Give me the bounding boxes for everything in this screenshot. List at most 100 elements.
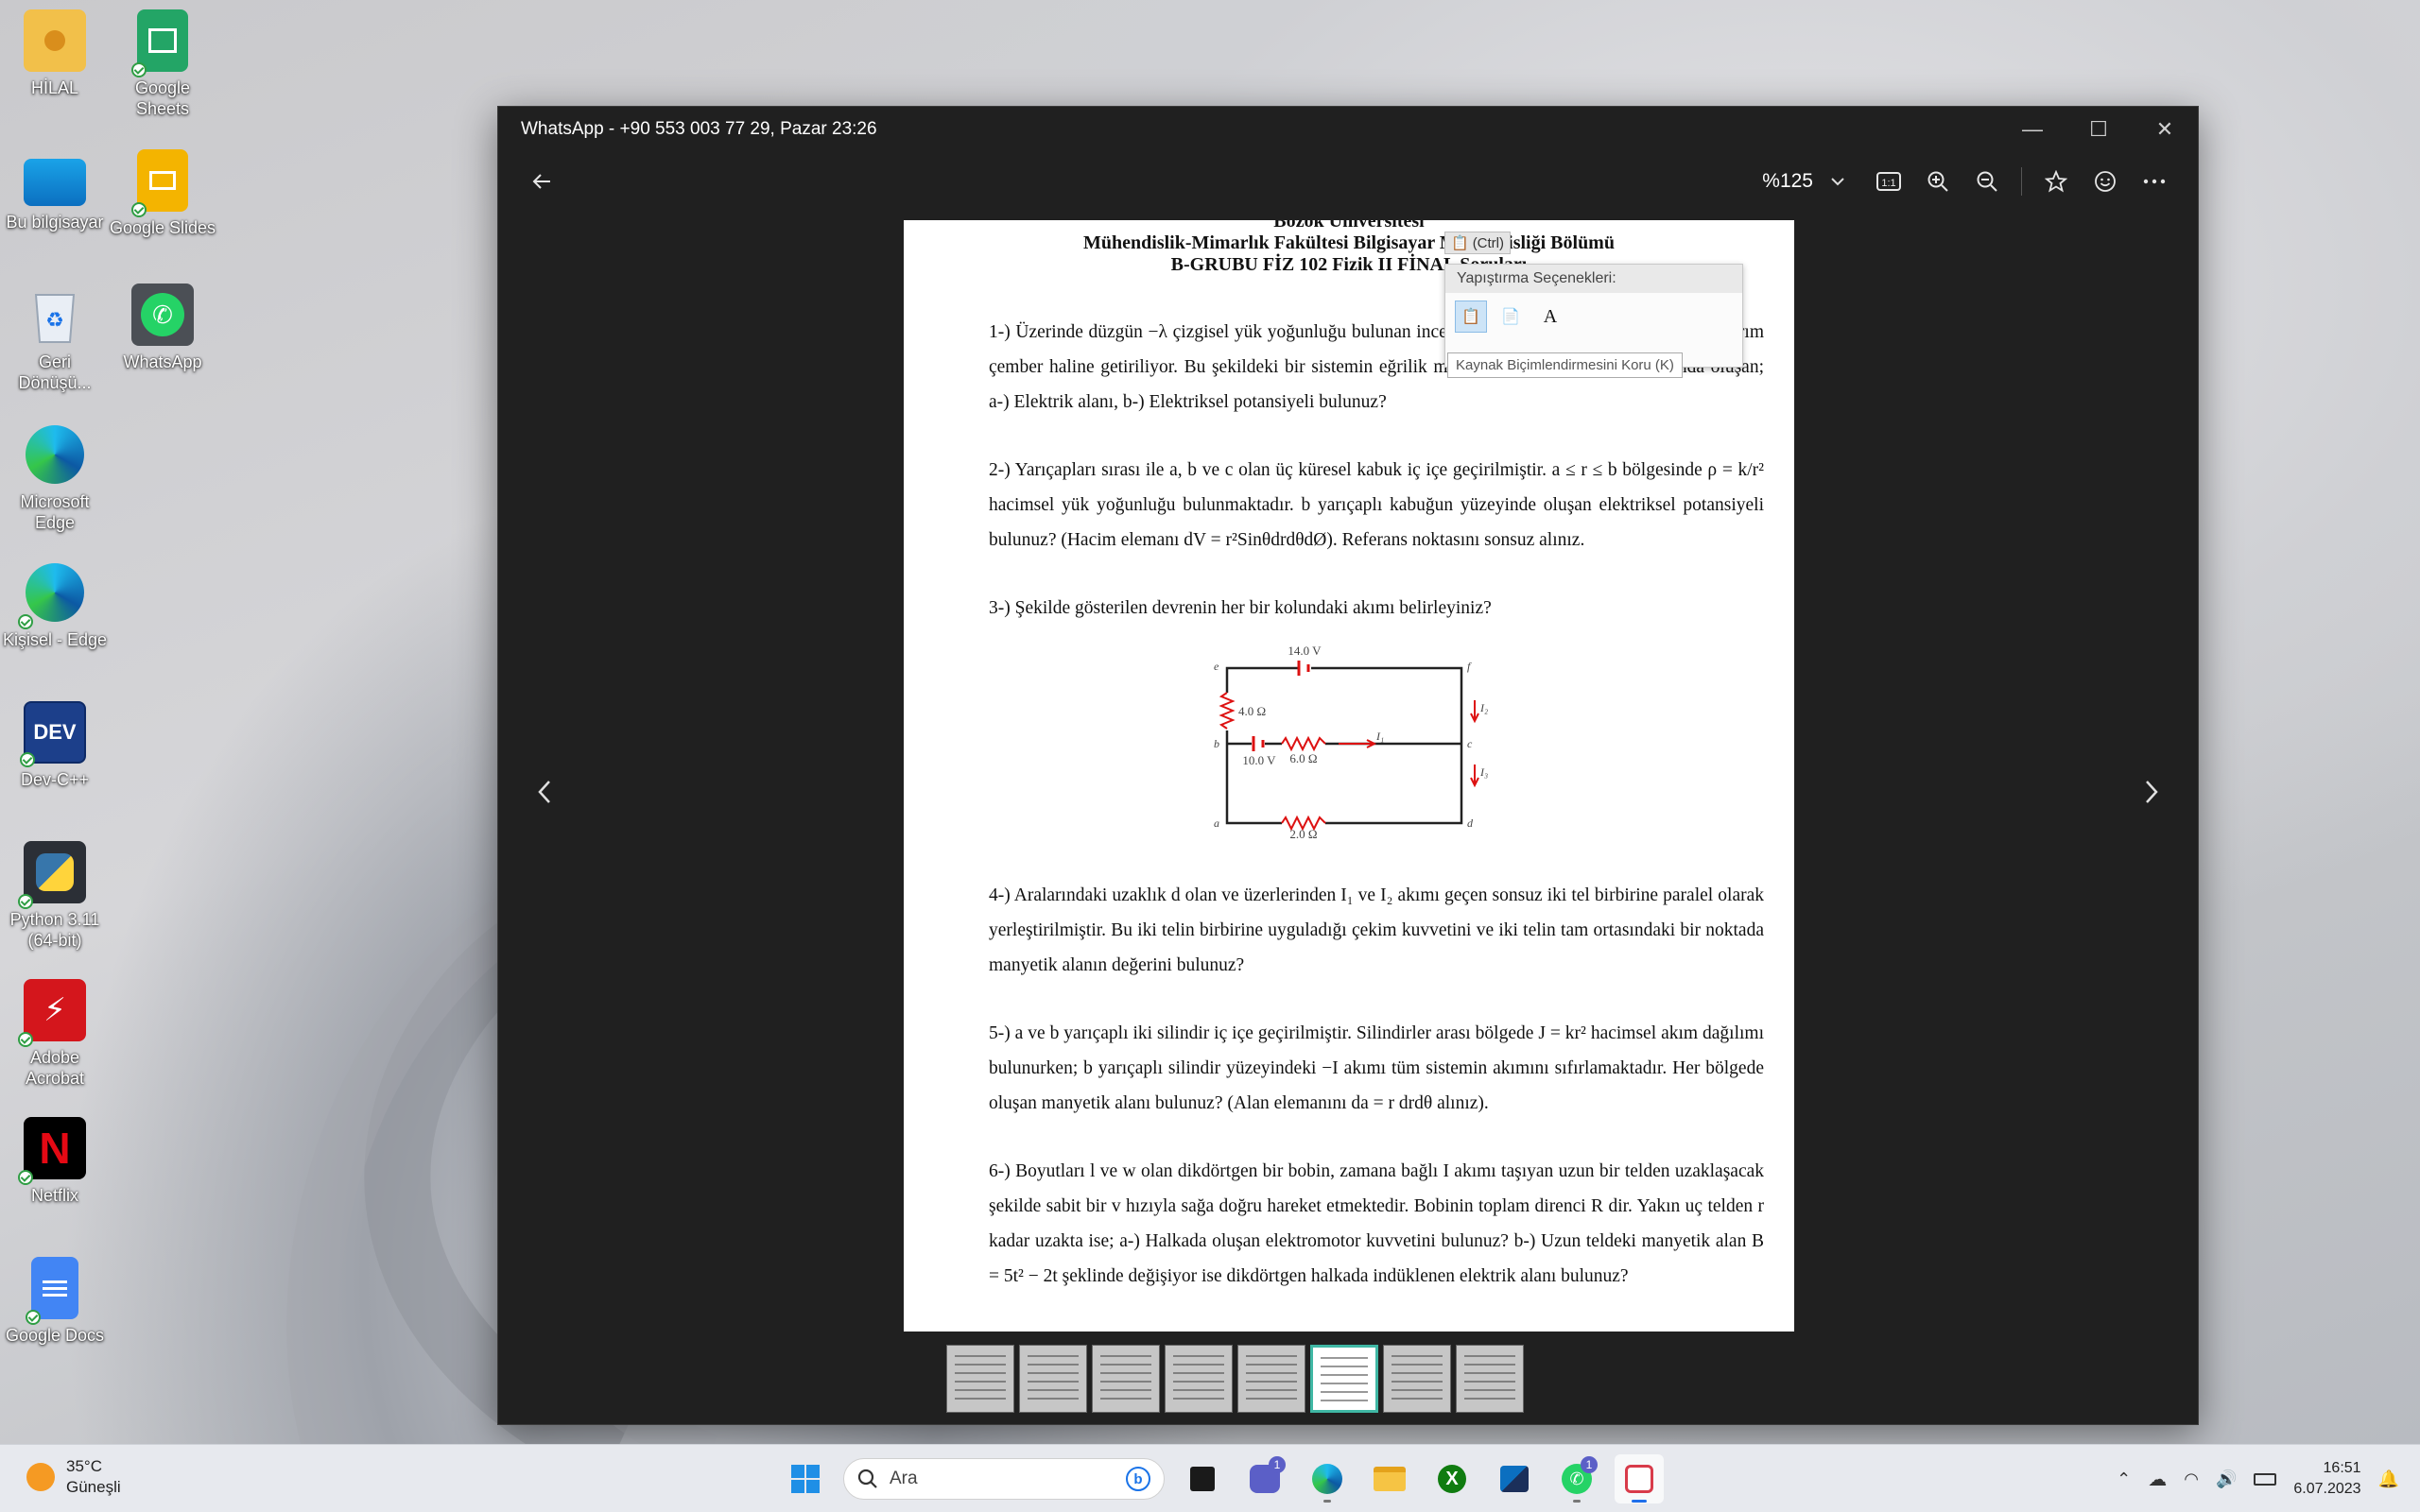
desktop-icon-label: Bu bilgisayar: [6, 213, 104, 232]
thumbnail-text-line: [1100, 1389, 1151, 1391]
actual-size-button[interactable]: 1:1: [1864, 160, 1913, 203]
desktop-icon-google-docs[interactable]: Google Docs: [0, 1257, 110, 1346]
thumbnail-item[interactable]: [1310, 1345, 1378, 1413]
thumbnail-text-line: [1392, 1355, 1443, 1357]
desktop-icon-label: Netflix: [30, 1186, 78, 1205]
desktop-icon-hilal[interactable]: HİLAL: [0, 9, 110, 98]
desktop-icon-google-slides[interactable]: Google Slides: [108, 149, 217, 238]
desktop-icon-devcpp[interactable]: DEV Dev-C++: [0, 701, 110, 790]
thumbnail-text-line: [1321, 1391, 1368, 1393]
circuit-node-b: b: [1214, 737, 1219, 750]
thumbnail-text-line: [1464, 1355, 1515, 1357]
maximize-button[interactable]: ☐: [2066, 107, 2132, 152]
zoom-out-icon: [1977, 171, 1997, 192]
close-button[interactable]: ✕: [2132, 107, 2198, 152]
question-6: 6-) Boyutları l ve w olan dikdörtgen bir…: [989, 1161, 1764, 1286]
zoom-dropdown[interactable]: %125: [1762, 170, 1845, 193]
zoom-out-button[interactable]: [1962, 160, 2012, 203]
circuit-r3-label: 2.0 Ω: [1289, 827, 1317, 841]
back-button[interactable]: [517, 160, 566, 203]
question-5: 5-) a ve b yarıçaplı iki silindir iç içe…: [989, 1023, 1764, 1113]
taskbar-teams[interactable]: 1: [1240, 1454, 1289, 1503]
thumbnail-text-line: [1173, 1372, 1224, 1374]
desktop-icon-python[interactable]: Python 3.11 (64-bit): [0, 841, 110, 951]
viewer-toolbar: %125 1:1: [498, 152, 2198, 211]
thumbnail-item[interactable]: [1383, 1345, 1451, 1413]
thumbnail-text-line: [1028, 1355, 1079, 1357]
thumbnail-text-line: [1464, 1398, 1515, 1400]
desktop-icon-edge-personal[interactable]: Kişisel - Edge: [0, 561, 110, 650]
thumbnail-item[interactable]: [1092, 1345, 1160, 1413]
notification-bell-icon[interactable]: 🔔: [2378, 1469, 2399, 1489]
window-titlebar: WhatsApp - +90 553 003 77 29, Pazar 23:2…: [498, 107, 2198, 152]
taskbar-store[interactable]: [1490, 1454, 1539, 1503]
wifi-icon[interactable]: ◠: [2184, 1469, 2199, 1489]
taskbar-search-box[interactable]: Ara b: [843, 1458, 1165, 1500]
more-button[interactable]: [2130, 160, 2179, 203]
circuit-current-3: I₃: [1479, 765, 1488, 779]
circuit-diagram: 14.0 V 10.0 V 4.0 Ω 6.0 Ω 2.0 Ω e f b c …: [1214, 644, 1488, 841]
thumbnail-text-line: [955, 1355, 1006, 1357]
onedrive-cloud-icon[interactable]: ☁: [2148, 1468, 2167, 1491]
thumbnail-item[interactable]: [1165, 1345, 1233, 1413]
bing-icon: b: [1126, 1467, 1150, 1491]
thumbnail-strip: [946, 1345, 1524, 1413]
thumbnail-text-line: [955, 1381, 1006, 1383]
document-header-top: Bozok Üniversitesi: [1273, 220, 1425, 232]
photo-viewer-window: WhatsApp - +90 553 003 77 29, Pazar 23:2…: [497, 106, 2199, 1425]
zoom-in-icon: [1927, 171, 1948, 192]
taskbar-snipping-tool[interactable]: [1615, 1454, 1664, 1503]
weather-widget[interactable]: 35°C Güneşli: [26, 1456, 121, 1498]
desktop-icon-recycle-bin[interactable]: ♻ Geri Dönüşü...: [0, 284, 110, 393]
minimize-button[interactable]: —: [1999, 107, 2066, 152]
thumbnail-text-line: [1173, 1389, 1224, 1391]
taskbar-edge[interactable]: [1303, 1454, 1352, 1503]
thumbnail-text-line: [1100, 1355, 1151, 1357]
paste-chip-label: (Ctrl): [1472, 234, 1505, 251]
thumbnail-text-line: [1246, 1355, 1297, 1357]
thumbnail-item[interactable]: [1456, 1345, 1524, 1413]
zoom-level: %125: [1762, 170, 1813, 192]
chevron-up-icon[interactable]: ⌃: [2117, 1469, 2131, 1489]
zoom-in-button[interactable]: [1913, 160, 1962, 203]
taskbar-file-explorer[interactable]: [1365, 1454, 1414, 1503]
favorite-button[interactable]: [2031, 160, 2081, 203]
battery-icon[interactable]: [2254, 1472, 2277, 1486]
previous-image-button[interactable]: [521, 759, 568, 825]
emoji-button[interactable]: [2081, 160, 2130, 203]
devcpp-icon: DEV: [20, 701, 86, 767]
xbox-icon: X: [1438, 1465, 1466, 1493]
desktop-icon-edge[interactable]: Microsoft Edge: [0, 423, 110, 533]
thumbnail-text-line: [1173, 1364, 1224, 1366]
taskbar-whatsapp[interactable]: ✆ 1: [1552, 1454, 1601, 1503]
desktop-icon-whatsapp[interactable]: ✆ WhatsApp: [108, 284, 217, 372]
desktop-icon-label: Adobe Acrobat: [25, 1048, 85, 1088]
paste-tooltip: Kaynak Biçimlendirmesini Koru (K): [1447, 352, 1683, 378]
running-indicator: [1573, 1500, 1581, 1503]
thumbnail-item[interactable]: [946, 1345, 1014, 1413]
emoji-icon: [2095, 171, 2116, 192]
back-arrow-icon: [532, 174, 550, 189]
taskbar-xbox[interactable]: X: [1427, 1454, 1477, 1503]
start-button[interactable]: [781, 1454, 830, 1503]
clock[interactable]: 16:51 6.07.2023: [2293, 1458, 2360, 1500]
system-tray: ⌃ ☁ ◠ 🔊 16:51 6.07.2023 🔔: [2117, 1454, 2399, 1503]
volume-icon[interactable]: 🔊: [2216, 1469, 2237, 1489]
desktop-icon-netflix[interactable]: N Netflix: [0, 1117, 110, 1206]
thumbnail-item[interactable]: [1019, 1345, 1087, 1413]
desktop-icon-acrobat[interactable]: ⚡ Adobe Acrobat: [0, 979, 110, 1089]
thumbnail-text-line: [1464, 1372, 1515, 1374]
google-slides-icon: [131, 149, 188, 217]
edge-icon: [24, 423, 86, 486]
desktop-icon-google-sheets[interactable]: Google Sheets: [108, 9, 217, 119]
thumbnail-text-line: [1028, 1389, 1079, 1391]
next-image-button[interactable]: [2128, 759, 2175, 825]
chevron-left-icon: [538, 781, 550, 803]
thumbnail-item[interactable]: [1237, 1345, 1305, 1413]
running-indicator: [1323, 1500, 1331, 1503]
circuit-r1-label: 4.0 Ω: [1238, 704, 1266, 718]
desktop-icon-this-pc[interactable]: Bu bilgisayar: [0, 149, 110, 232]
sun-icon: [26, 1463, 55, 1491]
thumbnail-text-line: [1392, 1398, 1443, 1400]
taskbar-task-view[interactable]: [1178, 1454, 1227, 1503]
